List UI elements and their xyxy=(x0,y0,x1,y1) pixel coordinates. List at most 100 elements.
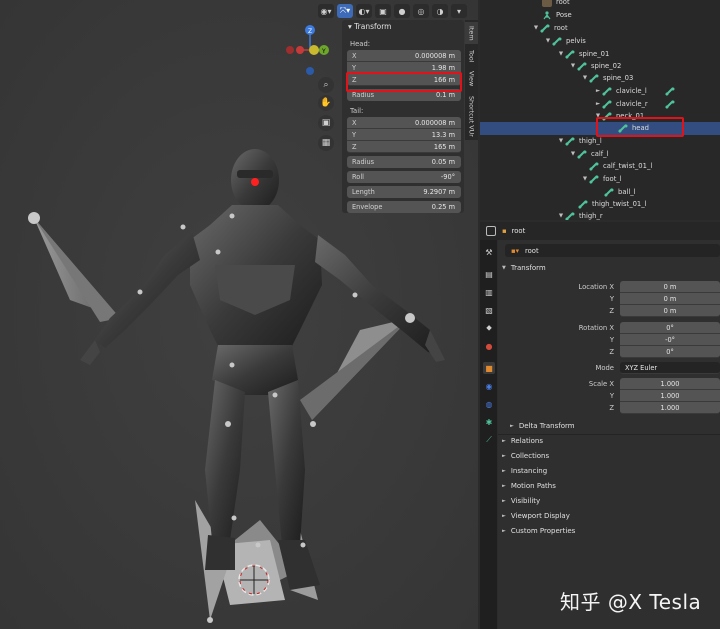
motion-paths-panel-header[interactable]: ► Motion Paths xyxy=(502,482,556,490)
armature-data-tab-icon[interactable]: ✱ xyxy=(483,416,495,428)
expand-arrow-icon[interactable]: ► xyxy=(594,101,602,107)
expand-arrow-icon[interactable]: ▼ xyxy=(581,176,589,182)
tail-y-field[interactable]: Y 13.3 m xyxy=(347,129,461,141)
visibility-panel-header[interactable]: ► Visibility xyxy=(502,497,540,505)
tab-item[interactable]: Item xyxy=(465,22,478,44)
location-x-row[interactable]: Location X0 m xyxy=(498,281,720,293)
delta-transform-header[interactable]: ► Delta Transform xyxy=(510,422,575,430)
head-x-field[interactable]: X 0.000008 m xyxy=(347,50,461,62)
outliner-row-root[interactable]: ▼ root xyxy=(480,22,720,35)
head-row-highlight xyxy=(596,117,684,137)
camera-icon[interactable]: ▣ xyxy=(318,115,334,131)
tab-tool[interactable]: Tool xyxy=(465,46,478,66)
viewport-header: ◉▾ ⤧▾ ◐▾ ▣ ● ◎ ◑ ▾ xyxy=(318,3,467,19)
relations-panel-header[interactable]: ► Relations xyxy=(502,437,543,445)
outliner-row-clavicle-l[interactable]: ► clavicle_l xyxy=(480,85,720,98)
length-field[interactable]: Length 9.2907 m xyxy=(347,186,461,198)
outliner-row-clavicle-r[interactable]: ► clavicle_r xyxy=(480,98,720,111)
rotation-z-row[interactable]: Z 0° xyxy=(498,346,720,358)
outliner-row-spine-02[interactable]: ▼ spine_02 xyxy=(480,60,720,73)
expand-arrow-icon[interactable]: ▼ xyxy=(557,213,565,219)
tab-shortcut-vur[interactable]: Shortcut VUr xyxy=(465,92,478,140)
outliner-row-thigh-twist-01-l[interactable]: thigh_twist_01_l xyxy=(480,198,720,211)
tab-view[interactable]: View xyxy=(465,68,478,90)
expand-arrow-icon[interactable]: ▼ xyxy=(569,63,577,69)
transform-panel-header[interactable]: ▼ Transform xyxy=(502,264,546,272)
transform-panel-header[interactable]: ▾ Transform xyxy=(342,20,464,34)
tail-radius-field[interactable]: Radius 0.05 m xyxy=(347,156,461,168)
pose-icon xyxy=(542,11,552,20)
instancing-panel-header[interactable]: ► Instancing xyxy=(502,467,547,475)
editor-type-icon[interactable] xyxy=(486,226,496,236)
sidebar-tabs: Item Tool View Shortcut VUr xyxy=(465,20,478,140)
expand-arrow-icon[interactable]: ▼ xyxy=(569,151,577,157)
bone-tab-icon[interactable]: ⟋ xyxy=(483,434,495,446)
outliner-row-spine-01[interactable]: ▼ spine_01 xyxy=(480,48,720,61)
physics-tab-icon[interactable]: ◍ xyxy=(483,398,495,410)
outliner-row-ball-l[interactable]: ball_l xyxy=(480,186,720,199)
expand-arrow-icon[interactable]: ▼ xyxy=(544,38,552,44)
world-tab-icon[interactable]: ● xyxy=(483,340,495,352)
output-tab-icon[interactable]: ▥ xyxy=(483,286,495,298)
outliner-row-calf-twist-01-l[interactable]: calf_twist_01_l xyxy=(480,160,720,173)
object-icon: ▪▾ xyxy=(511,246,520,255)
expand-arrow-icon[interactable]: ► xyxy=(594,88,602,94)
tail-z-field[interactable]: Z 165 m xyxy=(347,141,461,153)
3d-viewport[interactable]: ◉▾ ⤧▾ ◐▾ ▣ ● ◎ ◑ ▾ Z Y ⌕ ✋ ▣ ▦ ▾ Transfo… xyxy=(0,0,478,629)
render-tab-icon[interactable]: ▤ xyxy=(483,268,495,280)
outliner-row-root-top[interactable]: root xyxy=(480,0,720,9)
head-bone-origin[interactable] xyxy=(251,178,259,186)
watermark: 知乎 @X Tesla xyxy=(560,590,702,614)
rotation-mode-row[interactable]: Mode XYZ Euler xyxy=(498,362,720,374)
scale-y-row[interactable]: Y 1.000 xyxy=(498,390,720,402)
select-tool-icon[interactable]: ⤧▾ xyxy=(337,4,353,18)
custom-properties-panel-header[interactable]: ► Custom Properties xyxy=(502,527,575,535)
view-layer-tab-icon[interactable]: ▧ xyxy=(483,304,495,316)
outliner-row-calf-l[interactable]: ▼ calf_l xyxy=(480,148,720,161)
bone-icon xyxy=(565,212,575,220)
rotation-x-row[interactable]: Rotation X 0° xyxy=(498,322,720,334)
outliner-row-foot-l[interactable]: ▼ foot_l xyxy=(480,173,720,186)
xray-icon[interactable]: ▣ xyxy=(375,4,391,18)
outliner-row-thigh-r[interactable]: ▼ thigh_r xyxy=(480,210,720,220)
chevron-down-icon[interactable]: ▾ xyxy=(451,4,467,18)
view-icon[interactable]: ◉▾ xyxy=(318,4,334,18)
scene-tab-icon[interactable]: ⬥ xyxy=(483,322,495,334)
scale-z-row[interactable]: Z 1.000 xyxy=(498,402,720,414)
expand-arrow-icon[interactable]: ▼ xyxy=(581,75,589,81)
outliner-row-spine-03[interactable]: ▼ spine_03 xyxy=(480,72,720,85)
zoom-icon[interactable]: ⌕ xyxy=(318,77,334,93)
tool-tab-icon[interactable]: ⚒ xyxy=(483,246,495,258)
properties-body: ▪▾ root ▼ Transform Location X0 m Y0 m Z0… xyxy=(498,240,720,629)
expand-arrow-icon[interactable]: ▼ xyxy=(532,25,540,31)
expand-arrow-icon[interactable]: ▼ xyxy=(557,51,565,57)
outliner-row-pose[interactable]: Pose xyxy=(480,9,720,22)
roll-field[interactable]: Roll -90° xyxy=(347,171,461,183)
location-y-row[interactable]: Y0 m xyxy=(498,293,720,305)
object-name-field[interactable]: ▪▾ root xyxy=(505,244,720,257)
hand-icon[interactable]: ✋ xyxy=(318,95,334,111)
bone-icon xyxy=(577,150,587,159)
shading-solid-icon[interactable]: ● xyxy=(394,4,410,18)
object-tab-icon[interactable]: ■ xyxy=(483,362,495,374)
shading-material-icon[interactable]: ◎ xyxy=(413,4,429,18)
expand-arrow-icon[interactable]: ▼ xyxy=(557,138,565,144)
shading-rendered-icon[interactable]: ◑ xyxy=(432,4,448,18)
outliner-row-pelvis[interactable]: ▼ pelvis xyxy=(480,35,720,48)
3d-cursor[interactable] xyxy=(238,564,270,596)
viewport-display-panel-header[interactable]: ► Viewport Display xyxy=(502,512,570,520)
modifier-tab-icon[interactable]: ◉ xyxy=(483,380,495,392)
scale-x-row[interactable]: Scale X 1.000 xyxy=(498,378,720,390)
bone-icon xyxy=(578,200,588,209)
bone-constraint-icon xyxy=(665,87,675,96)
rotation-y-row[interactable]: Y -0° xyxy=(498,334,720,346)
overlay-icon[interactable]: ◐▾ xyxy=(356,4,372,18)
collections-panel-header[interactable]: ► Collections xyxy=(502,452,549,460)
navigation-gizmo[interactable]: Z Y xyxy=(282,22,338,78)
envelope-field[interactable]: Envelope 0.25 m xyxy=(347,201,461,213)
properties-editor: ▪ root ⚒ ▤ ▥ ▧ ⬥ ● ■ ◉ ◍ ✱ ⟋ ▪▾ root ▼ Tr… xyxy=(480,222,720,629)
outliner-row-thigh-l[interactable]: ▼ thigh_l xyxy=(480,135,720,148)
location-z-row[interactable]: Z0 m xyxy=(498,305,720,317)
tail-x-field[interactable]: X 0.000008 m xyxy=(347,117,461,129)
grid-icon[interactable]: ▦ xyxy=(318,135,334,151)
